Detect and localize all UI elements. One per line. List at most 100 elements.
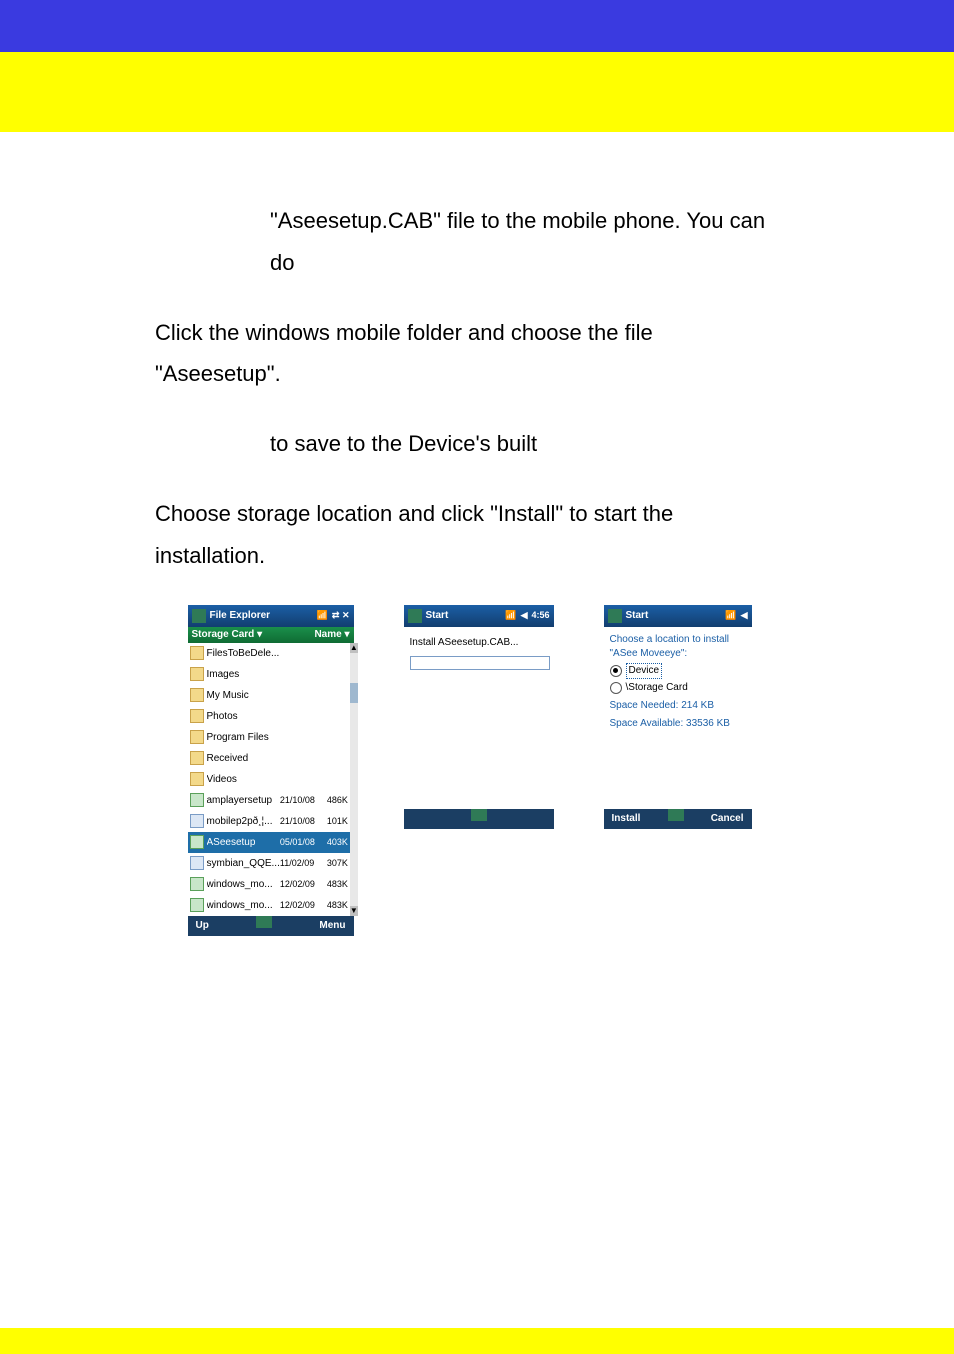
scroll-up-icon[interactable]: ▲: [350, 643, 358, 653]
file-row[interactable]: Images: [188, 664, 350, 685]
keyboard-icon[interactable]: [256, 916, 272, 928]
signal-icon: 📶: [317, 607, 328, 624]
file-name: windows_mo...: [207, 896, 280, 915]
file-name: Videos: [207, 770, 280, 789]
file-name: windows_mo...: [207, 875, 280, 894]
signal-icon: 📶: [725, 607, 736, 624]
file-list: FilesToBeDele... Images My Music PhotosProg…: [188, 643, 350, 916]
exe-icon: [190, 898, 204, 912]
window-title: Start: [626, 606, 649, 625]
file-explorer-screenshot: File Explorer 📶 ⇄ ✕ Storage Card ▾ Name …: [188, 605, 354, 936]
sort-dropdown[interactable]: Name ▾: [314, 625, 349, 644]
file-size: 101K: [320, 813, 348, 830]
file-icon: [190, 856, 204, 870]
file-name: My Music: [207, 686, 280, 705]
option-storage-card[interactable]: \Storage Card: [610, 681, 746, 695]
file-row[interactable]: Videos: [188, 769, 350, 790]
windows-icon: [408, 609, 422, 623]
status-icons: 📶 ◀: [725, 607, 747, 624]
titlebar: Start 📶 ◀: [604, 605, 752, 627]
file-row[interactable]: Received: [188, 748, 350, 769]
path-dropdown[interactable]: Storage Card ▾: [192, 625, 263, 644]
windows-icon: [608, 609, 622, 623]
file-date: 21/10/08: [280, 792, 320, 809]
file-icon: [190, 814, 204, 828]
file-row[interactable]: mobilep2pð¸¦...21/10/08101K: [188, 811, 350, 832]
install-body: Install ASeesetup.CAB...: [404, 627, 554, 809]
file-size: 403K: [320, 834, 348, 851]
folder-icon: [190, 772, 204, 786]
file-name: mobilep2pð¸¦...: [207, 812, 280, 831]
paragraph-2: Click the windows mobile folder and choo…: [155, 312, 784, 396]
radio-icon[interactable]: [610, 682, 622, 694]
path-bar[interactable]: Storage Card ▾ Name ▾: [188, 627, 354, 643]
space-needed: Space Needed: 214 KB: [610, 699, 746, 713]
titlebar: Start 📶 ◀ 4:56: [404, 605, 554, 627]
exe-icon: [190, 793, 204, 807]
window-title: File Explorer: [210, 606, 271, 625]
install-progress-screenshot: Start 📶 ◀ 4:56 Install ASeesetup.CAB...: [404, 605, 554, 829]
install-message: Install ASeesetup.CAB...: [410, 633, 548, 652]
file-size: 486K: [320, 792, 348, 809]
radio-icon[interactable]: [610, 665, 622, 677]
file-row[interactable]: amplayersetup21/10/08486K: [188, 790, 350, 811]
file-size: 307K: [320, 855, 348, 872]
location-body: Choose a location to install "ASee Movee…: [604, 627, 752, 809]
keyboard-icon[interactable]: [471, 809, 487, 821]
sync-icon: ⇄ ✕: [332, 607, 350, 624]
speaker-icon: ◀: [521, 607, 528, 624]
scroll-thumb[interactable]: [350, 683, 358, 703]
file-date: 12/02/09: [280, 876, 320, 893]
option-device[interactable]: Device: [610, 663, 746, 679]
file-name: Photos: [207, 707, 280, 726]
paragraph-1: "Aseesetup.CAB" file to the mobile phone…: [155, 200, 784, 284]
install-button[interactable]: Install: [612, 809, 641, 828]
softkey-bar: Install Cancel: [604, 809, 752, 829]
speaker-icon: ◀: [741, 607, 748, 624]
file-date: 12/02/09: [280, 897, 320, 914]
exe-icon: [190, 835, 204, 849]
file-row[interactable]: Program Files: [188, 727, 350, 748]
file-row[interactable]: windows_mo...12/02/09483K: [188, 895, 350, 916]
file-row[interactable]: FilesToBeDele...: [188, 643, 350, 664]
folder-icon: [190, 688, 204, 702]
scroll-down-icon[interactable]: ▼: [350, 906, 358, 916]
file-row[interactable]: Photos: [188, 706, 350, 727]
windows-icon: [192, 609, 206, 623]
keyboard-icon[interactable]: [668, 809, 684, 821]
choose-location-screenshot: Start 📶 ◀ Choose a location to install "…: [604, 605, 752, 829]
cancel-button[interactable]: Cancel: [711, 809, 744, 828]
softkey-up[interactable]: Up: [196, 916, 209, 935]
file-date: 21/10/08: [280, 813, 320, 830]
folder-icon: [190, 730, 204, 744]
screenshots-row: File Explorer 📶 ⇄ ✕ Storage Card ▾ Name …: [155, 605, 784, 936]
softkey-bar: [404, 809, 554, 829]
paragraph-4: Choose storage location and click "Insta…: [155, 493, 784, 577]
file-size: 483K: [320, 876, 348, 893]
document-body: "Aseesetup.CAB" file to the mobile phone…: [0, 132, 954, 956]
bottom-yellow-stripe: [0, 1328, 954, 1354]
file-row[interactable]: windows_mo...12/02/09483K: [188, 874, 350, 895]
file-name: FilesToBeDele...: [207, 644, 280, 663]
file-row[interactable]: ASeesetup05/01/08403K: [188, 832, 350, 853]
option-storage-label: \Storage Card: [626, 681, 688, 695]
window-title: Start: [426, 606, 449, 625]
folder-icon: [190, 751, 204, 765]
status-icons: 📶 ⇄ ✕: [317, 607, 350, 624]
signal-icon: 📶: [505, 607, 516, 624]
file-size: 483K: [320, 897, 348, 914]
progress-bar: [410, 656, 550, 670]
file-row[interactable]: symbian_QQE...11/02/09307K: [188, 853, 350, 874]
folder-icon: [190, 646, 204, 660]
clock-text: 4:56: [531, 607, 549, 624]
titlebar: File Explorer 📶 ⇄ ✕: [188, 605, 354, 627]
file-date: 05/01/08: [280, 834, 320, 851]
paragraph-3: to save to the Device's built: [155, 423, 784, 465]
softkey-menu[interactable]: Menu: [319, 916, 345, 935]
status-icons: 📶 ◀ 4:56: [505, 607, 549, 624]
option-device-label: Device: [626, 663, 663, 679]
file-name: Images: [207, 665, 280, 684]
prompt-text: Choose a location to install "ASee Movee…: [610, 633, 746, 661]
scrollbar[interactable]: ▲ ▼: [350, 643, 358, 916]
file-row[interactable]: My Music: [188, 685, 350, 706]
